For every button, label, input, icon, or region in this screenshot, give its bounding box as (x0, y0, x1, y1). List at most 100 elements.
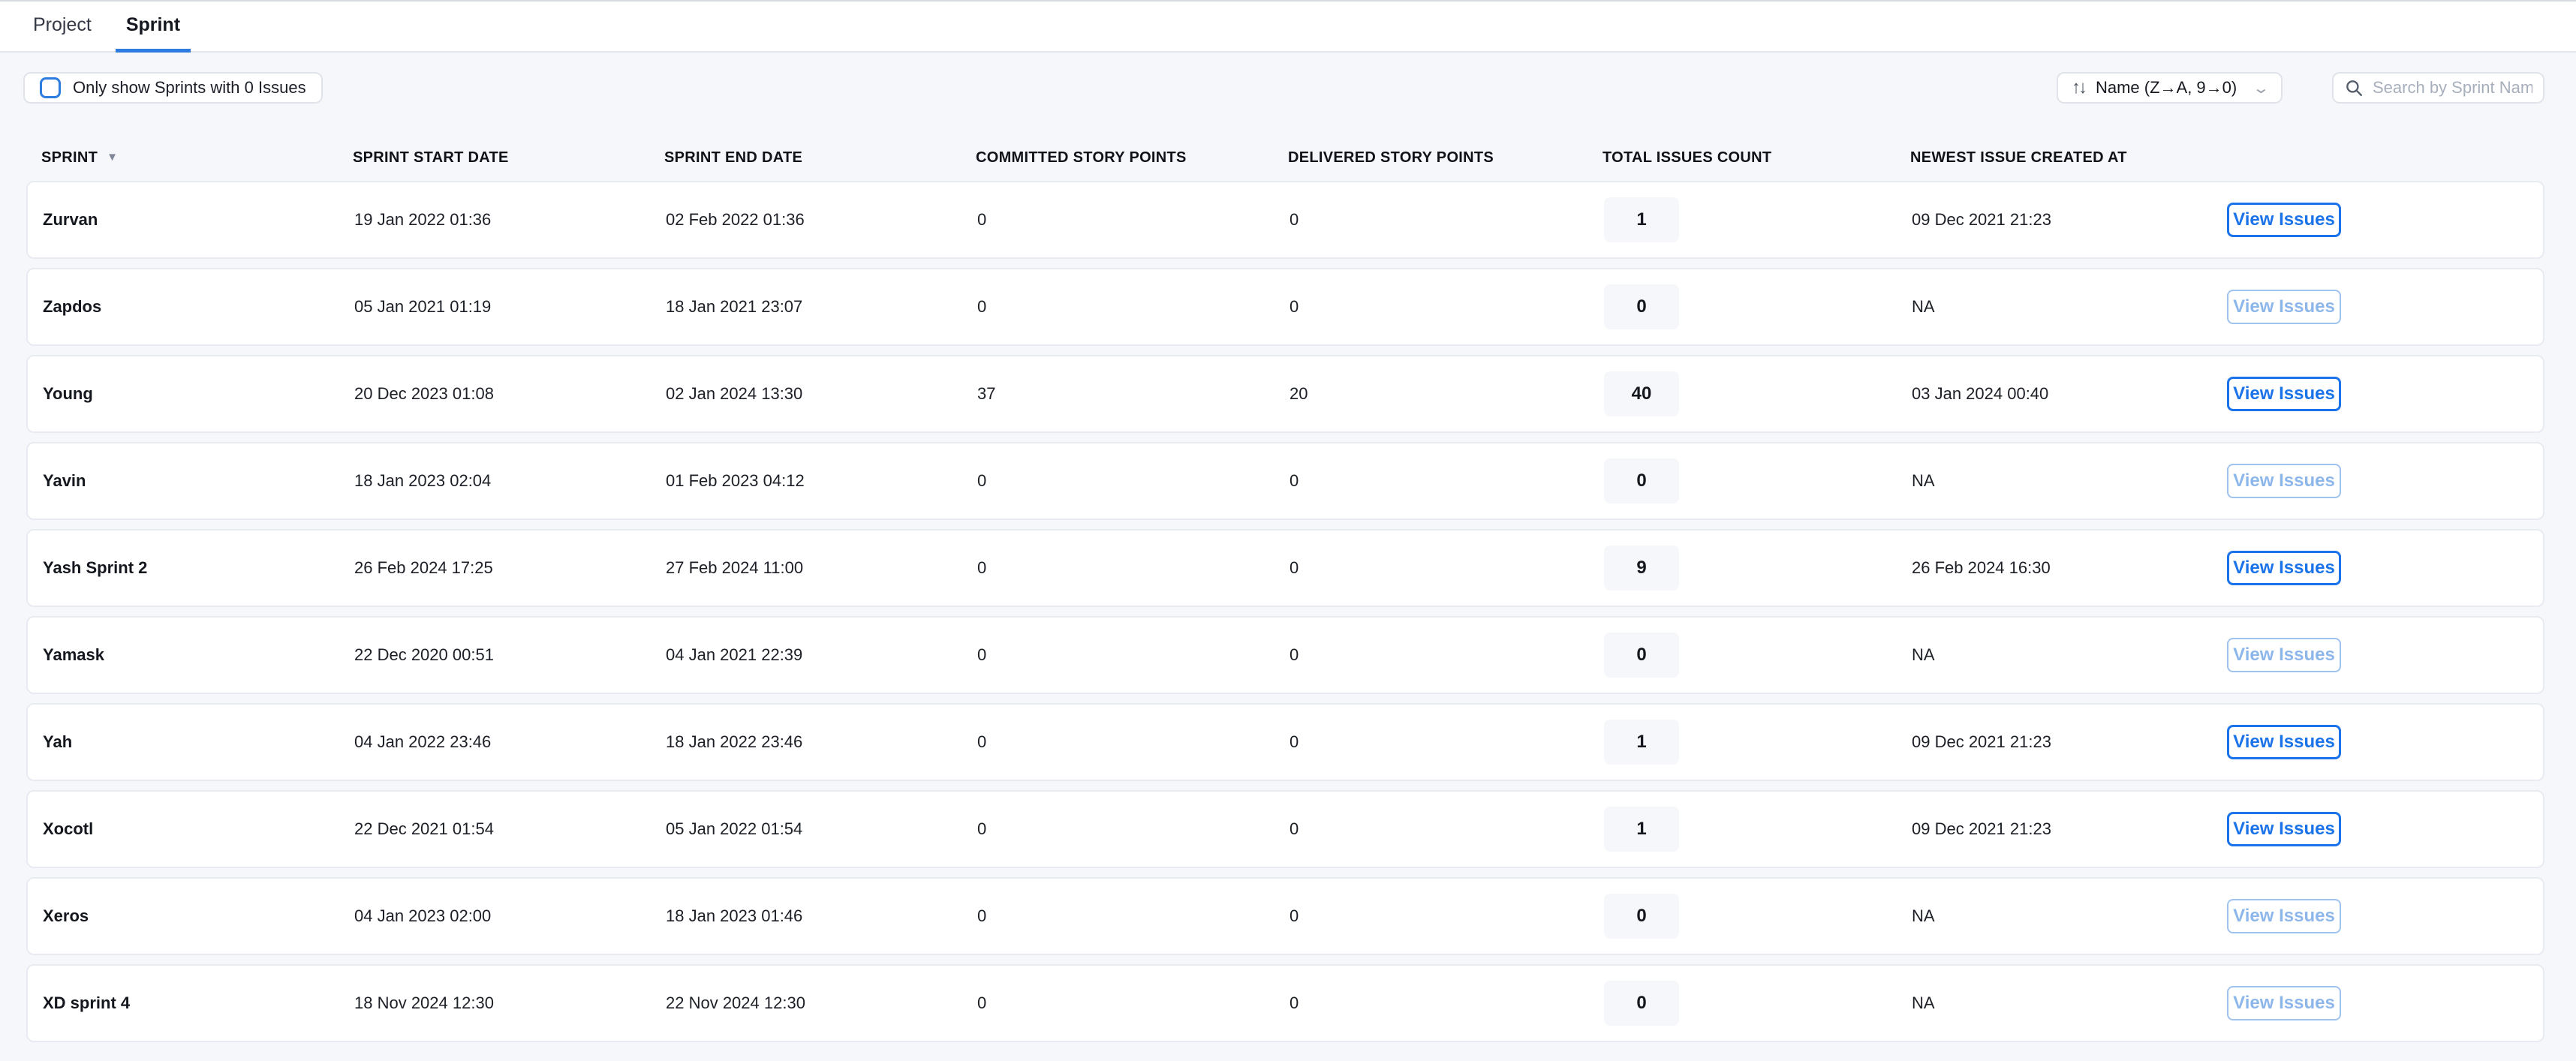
tab-sprint[interactable]: Sprint (116, 2, 191, 53)
total-issues-badge: 0 (1604, 981, 1679, 1026)
newest-issue-created-at: 03 Jan 2024 00:40 (1912, 384, 2227, 404)
view-issues-button: View Issues (2227, 899, 2341, 933)
committed-story-points: 0 (977, 210, 1290, 230)
committed-story-points: 37 (977, 384, 1290, 404)
zero-issues-filter: Only show Sprints with 0 Issues (23, 72, 323, 104)
zero-issues-checkbox-label: Only show Sprints with 0 Issues (73, 78, 306, 98)
sprint-end-date: 18 Jan 2022 23:46 (666, 732, 977, 752)
view-issues-button[interactable]: View Issues (2227, 377, 2341, 411)
view-issues-button: View Issues (2227, 290, 2341, 324)
newest-issue-created-at: 09 Dec 2021 21:23 (1912, 210, 2227, 230)
total-issues-badge: 1 (1604, 720, 1679, 765)
delivered-story-points: 0 (1290, 210, 1604, 230)
sprint-name: Xocotl (43, 819, 354, 839)
sprint-start-date: 05 Jan 2021 01:19 (354, 297, 666, 317)
newest-issue-created-at: NA (1912, 471, 2227, 491)
sprint-row: Zurvan 19 Jan 2022 01:36 02 Feb 2022 01:… (26, 181, 2544, 259)
total-issues-badge: 0 (1604, 284, 1679, 329)
column-header-sprint[interactable]: SPRINT▼ (41, 149, 353, 167)
sprint-end-date: 01 Feb 2023 04:12 (666, 471, 977, 491)
sprint-row: Yash Sprint 2 26 Feb 2024 17:25 27 Feb 2… (26, 529, 2544, 607)
committed-story-points: 0 (977, 471, 1290, 491)
tab-bar: Project Sprint (0, 0, 2576, 53)
column-header-end-date: SPRINT END DATE (664, 149, 976, 167)
sprint-row: Zapdos 05 Jan 2021 01:19 18 Jan 2021 23:… (26, 268, 2544, 346)
sprint-end-date: 22 Nov 2024 12:30 (666, 993, 977, 1013)
delivered-story-points: 0 (1290, 819, 1604, 839)
sprint-name: Yamask (43, 645, 354, 665)
column-header-delivered-points: DELIVERED STORY POINTS (1288, 149, 1602, 167)
newest-issue-created-at: 09 Dec 2021 21:23 (1912, 819, 2227, 839)
sprint-end-date: 04 Jan 2021 22:39 (666, 645, 977, 665)
sprint-name: Zurvan (43, 210, 354, 230)
sprint-start-date: 19 Jan 2022 01:36 (354, 210, 666, 230)
committed-story-points: 0 (977, 645, 1290, 665)
sort-dropdown-value: Name (Z→A, 9→0) (2096, 78, 2237, 98)
total-issues-badge: 0 (1604, 458, 1679, 503)
sprint-name: Zapdos (43, 297, 354, 317)
committed-story-points: 0 (977, 297, 1290, 317)
sprint-end-date: 05 Jan 2022 01:54 (666, 819, 977, 839)
delivered-story-points: 20 (1290, 384, 1604, 404)
zero-issues-checkbox[interactable] (40, 77, 61, 98)
sprint-start-date: 18 Nov 2024 12:30 (354, 993, 666, 1013)
sprint-row: Yamask 22 Dec 2020 00:51 04 Jan 2021 22:… (26, 616, 2544, 694)
sprint-search (2332, 72, 2544, 104)
newest-issue-created-at: 09 Dec 2021 21:23 (1912, 732, 2227, 752)
view-issues-button: View Issues (2227, 986, 2341, 1020)
delivered-story-points: 0 (1290, 645, 1604, 665)
delivered-story-points: 0 (1290, 906, 1604, 926)
sprint-start-date: 22 Dec 2020 00:51 (354, 645, 666, 665)
sprint-name: Yash Sprint 2 (43, 558, 354, 578)
committed-story-points: 0 (977, 906, 1290, 926)
caret-down-icon: ▼ (107, 151, 118, 164)
delivered-story-points: 0 (1290, 471, 1604, 491)
search-input[interactable] (2373, 78, 2532, 98)
chevron-down-icon: ⌄ (2252, 79, 2270, 98)
sort-arrows-icon: ↑↓ (2072, 77, 2085, 98)
tab-project[interactable]: Project (23, 2, 102, 53)
delivered-story-points: 0 (1290, 297, 1604, 317)
sprint-start-date: 26 Feb 2024 17:25 (354, 558, 666, 578)
newest-issue-created-at: 26 Feb 2024 16:30 (1912, 558, 2227, 578)
view-issues-button[interactable]: View Issues (2227, 725, 2341, 759)
sprint-end-date: 02 Feb 2022 01:36 (666, 210, 977, 230)
sprint-end-date: 27 Feb 2024 11:00 (666, 558, 977, 578)
view-issues-button[interactable]: View Issues (2227, 203, 2341, 237)
committed-story-points: 0 (977, 819, 1290, 839)
newest-issue-created-at: NA (1912, 645, 2227, 665)
delivered-story-points: 0 (1290, 993, 1604, 1013)
total-issues-badge: 0 (1604, 633, 1679, 678)
sprint-row: Young 20 Dec 2023 01:08 02 Jan 2024 13:3… (26, 355, 2544, 433)
sprint-row: Xeros 04 Jan 2023 02:00 18 Jan 2023 01:4… (26, 877, 2544, 955)
total-issues-badge: 1 (1604, 807, 1679, 852)
sprint-start-date: 20 Dec 2023 01:08 (354, 384, 666, 404)
sprint-row: XD sprint 4 18 Nov 2024 12:30 22 Nov 202… (26, 964, 2544, 1042)
sprint-row: Xocotl 22 Dec 2021 01:54 05 Jan 2022 01:… (26, 790, 2544, 868)
sprint-row: Yah 04 Jan 2022 23:46 18 Jan 2022 23:46 … (26, 703, 2544, 781)
sprint-name: Xeros (43, 906, 354, 926)
column-header-newest-issue: NEWEST ISSUE CREATED AT (1910, 149, 2225, 167)
view-issues-button[interactable]: View Issues (2227, 551, 2341, 585)
sprint-start-date: 18 Jan 2023 02:04 (354, 471, 666, 491)
newest-issue-created-at: NA (1912, 906, 2227, 926)
sprint-end-date: 02 Jan 2024 13:30 (666, 384, 977, 404)
column-header-total-issues: TOTAL ISSUES COUNT (1602, 149, 1910, 167)
sprint-list: Zurvan 19 Jan 2022 01:36 02 Feb 2022 01:… (26, 181, 2544, 1042)
sprint-start-date: 04 Jan 2023 02:00 (354, 906, 666, 926)
total-issues-badge: 40 (1604, 371, 1679, 416)
committed-story-points: 0 (977, 993, 1290, 1013)
view-issues-button: View Issues (2227, 464, 2341, 498)
sprint-end-date: 18 Jan 2021 23:07 (666, 297, 977, 317)
sort-dropdown[interactable]: ↑↓ Name (Z→A, 9→0) ⌄ (2057, 72, 2283, 104)
sprint-name: Yavin (43, 471, 354, 491)
toolbar: Only show Sprints with 0 Issues ↑↓ Name … (23, 72, 2544, 104)
newest-issue-created-at: NA (1912, 993, 2227, 1013)
total-issues-badge: 9 (1604, 546, 1679, 591)
sprint-name: XD sprint 4 (43, 993, 354, 1013)
sprint-name: Young (43, 384, 354, 404)
delivered-story-points: 0 (1290, 732, 1604, 752)
view-issues-button[interactable]: View Issues (2227, 812, 2341, 846)
committed-story-points: 0 (977, 732, 1290, 752)
total-issues-badge: 1 (1604, 197, 1679, 242)
